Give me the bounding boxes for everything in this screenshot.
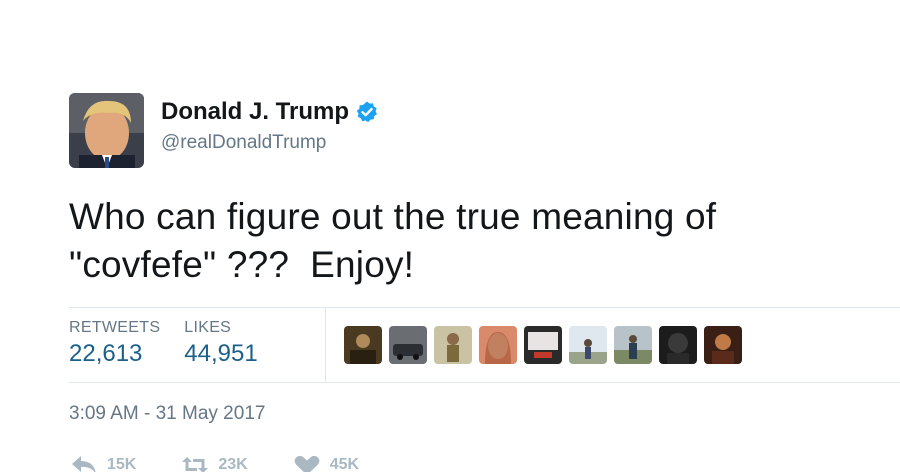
retweet-count: 23K (218, 456, 248, 472)
verified-badge-icon (355, 100, 379, 124)
tweet-header: Donald J. Trump @realDonaldTrump (69, 93, 379, 168)
liker-avatar[interactable] (614, 326, 652, 364)
tweet-card: Donald J. Trump @realDonaldTrump Who can… (0, 0, 900, 472)
like-count: 45K (329, 456, 360, 472)
author-name[interactable]: Donald J. Trump (161, 98, 349, 126)
likes-value: 44,951 (184, 340, 258, 367)
tweet-text: Who can figure out the true meaning of "… (69, 196, 727, 285)
retweets-label: RETWEETS (69, 319, 161, 336)
liker-avatar[interactable] (569, 326, 607, 364)
retweet-button[interactable]: 23K (180, 453, 248, 472)
fullname-row: Donald J. Trump (161, 98, 379, 126)
tweet-timestamp[interactable]: 3:09 AM - 31 May 2017 (69, 403, 265, 425)
author-names: Donald J. Trump @realDonaldTrump (161, 98, 379, 154)
like-button[interactable]: 45K (292, 453, 359, 472)
reply-button[interactable]: 15K (69, 453, 136, 472)
tweet-actions: 15K 23K 45K (69, 453, 403, 472)
avatar[interactable] (69, 93, 144, 168)
liker-avatar[interactable] (389, 326, 427, 364)
liker-avatar[interactable] (524, 326, 562, 364)
likes-stat[interactable]: LIKES 44,951 (184, 319, 257, 382)
tweet-stats: RETWEETS 22,613 LIKES 44,951 (69, 307, 900, 383)
retweet-icon (180, 453, 210, 472)
liker-avatar[interactable] (659, 326, 697, 364)
heart-icon (292, 453, 322, 472)
author-handle[interactable]: @realDonaldTrump (161, 132, 379, 154)
retweets-stat[interactable]: RETWEETS 22,613 (69, 319, 160, 382)
liker-avatar[interactable] (434, 326, 472, 364)
stat-group: RETWEETS 22,613 LIKES 44,951 (69, 308, 326, 382)
reply-count: 15K (107, 456, 137, 472)
likes-label: LIKES (184, 319, 232, 336)
liker-avatar[interactable] (344, 326, 382, 364)
liker-avatar[interactable] (704, 326, 742, 364)
avatar-image (69, 93, 144, 168)
retweets-value: 22,613 (69, 340, 143, 367)
liker-avatars (326, 308, 749, 382)
liker-avatar[interactable] (479, 326, 517, 364)
reply-icon (69, 453, 99, 472)
